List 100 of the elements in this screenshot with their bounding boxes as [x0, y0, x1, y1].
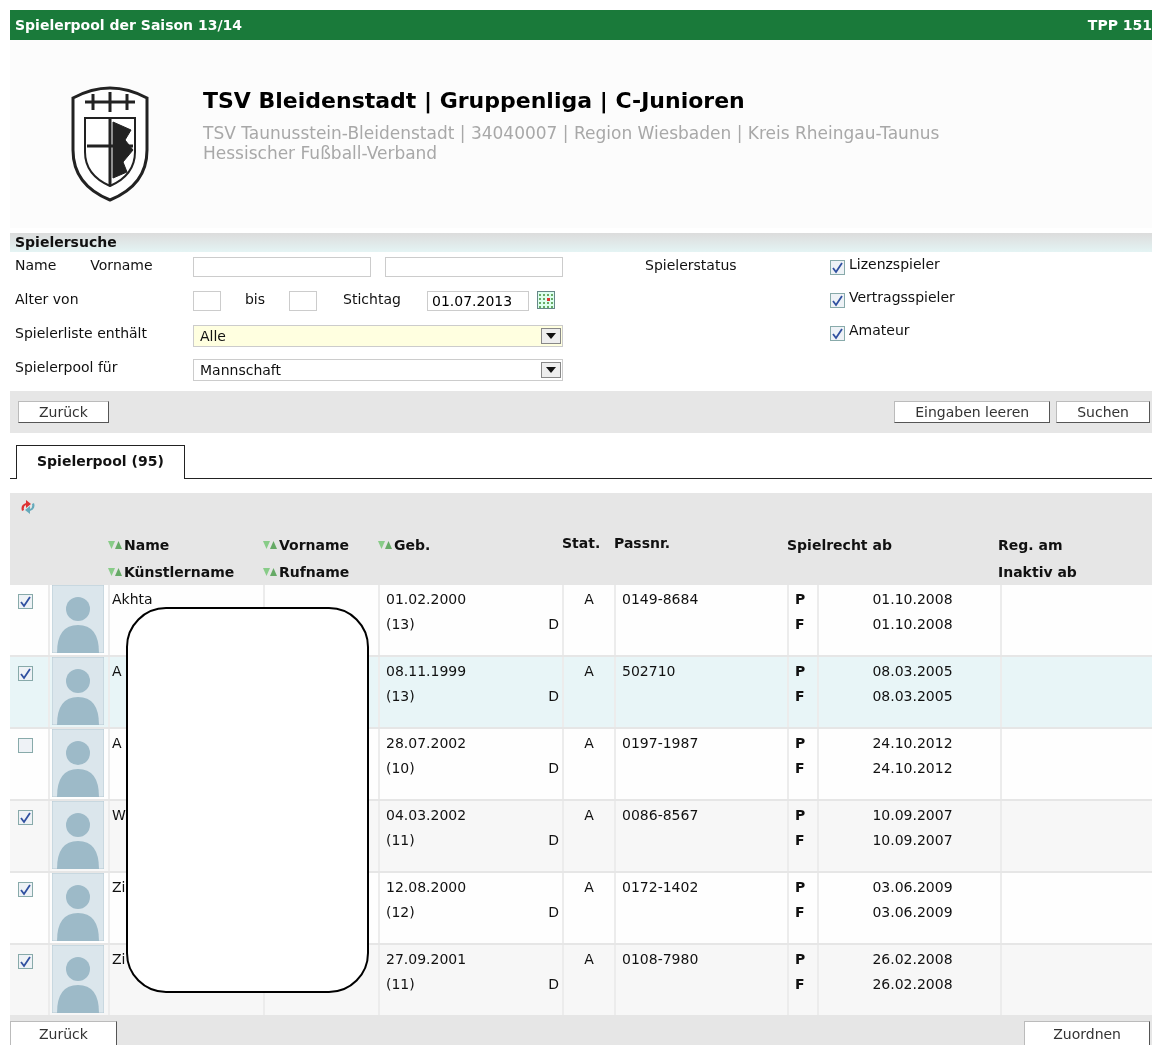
checkbox[interactable]	[18, 666, 33, 681]
checkbox-label: Vertragsspieler	[849, 289, 955, 305]
age: (10)	[386, 760, 415, 778]
sort-icon	[378, 539, 392, 550]
clear-button[interactable]: Eingaben leeren	[894, 401, 1051, 423]
right-type: P	[795, 807, 807, 825]
player-name: A	[112, 663, 122, 679]
nationality: D	[548, 616, 559, 634]
club-heading: TSV Bleidenstadt | Gruppenliga | C-Junioren	[203, 88, 746, 113]
right-date: 01.10.2008	[871, 616, 954, 634]
right-date: 10.09.2007	[871, 832, 954, 850]
field-label: Spielerstatus	[645, 257, 737, 273]
column-header[interactable]: Künstlername	[108, 563, 235, 580]
pass-number: 502710	[622, 663, 677, 681]
pool-dropdown[interactable]: Mannschaft	[193, 359, 563, 381]
field-label: Stichtag	[342, 291, 402, 307]
check-icon	[18, 594, 33, 609]
sort-icon	[108, 566, 122, 577]
tab[interactable]: Spielerpool (95)	[16, 445, 185, 479]
field-label: Spielerliste enthält	[15, 325, 148, 341]
sort-icon	[263, 539, 277, 550]
right-date: 01.10.2008	[871, 591, 954, 609]
column-header[interactable]: Vorname	[263, 536, 350, 553]
age-from-field[interactable]	[193, 291, 221, 311]
right-type: P	[795, 879, 807, 897]
right-type: F	[795, 616, 806, 634]
player-name: A	[112, 735, 122, 751]
right-type: P	[795, 735, 807, 753]
player-status: A	[583, 951, 595, 969]
first-name-field[interactable]	[385, 257, 563, 277]
nationality: D	[548, 760, 559, 778]
player-name: W	[112, 807, 126, 823]
search-button[interactable]: Suchen	[1056, 401, 1150, 423]
checkbox[interactable]	[18, 810, 33, 825]
right-type: P	[795, 951, 807, 969]
assign-button[interactable]: Zuordnen	[1024, 1021, 1150, 1045]
sort-icon	[263, 566, 277, 577]
birth-date: 08.11.1999	[386, 663, 468, 681]
column-header[interactable]: Name	[108, 536, 170, 553]
check-icon	[18, 882, 33, 897]
back-button[interactable]: Zurück	[10, 1021, 117, 1045]
list-dropdown[interactable]: Alle	[193, 325, 563, 347]
sort-icon	[108, 539, 122, 550]
right-date: 24.10.2012	[871, 735, 954, 753]
check-icon	[18, 954, 33, 969]
player-name: Akhta	[112, 591, 153, 607]
column-header[interactable]: Reg. am	[998, 536, 1063, 553]
right-type: F	[795, 976, 806, 994]
check-icon	[830, 326, 845, 341]
calendar-icon	[537, 291, 555, 309]
checkbox[interactable]	[18, 954, 33, 969]
right-date: 08.03.2005	[871, 663, 954, 681]
column-header[interactable]: Rufname	[263, 563, 350, 580]
right-date: 26.02.2008	[871, 951, 954, 969]
checkbox[interactable]	[18, 738, 33, 753]
column-header[interactable]: Passnr.	[614, 534, 671, 551]
section-title: Spielersuche	[10, 233, 1152, 252]
checkbox[interactable]	[830, 293, 845, 308]
birth-date: 12.08.2000	[386, 879, 468, 897]
checkbox[interactable]	[18, 882, 33, 897]
column-header[interactable]: Stat.	[562, 534, 601, 551]
nationality: D	[548, 904, 559, 922]
right-date: 26.02.2008	[871, 976, 954, 994]
age-to-field[interactable]	[289, 291, 317, 311]
birth-date: 04.03.2002	[386, 807, 468, 825]
right-type: F	[795, 688, 806, 706]
check-icon	[830, 293, 845, 308]
player-name: Zi	[112, 879, 126, 895]
right-type: F	[795, 760, 806, 778]
column-header[interactable]: Spielrecht ab	[787, 536, 892, 553]
field-label: Vorname	[90, 257, 153, 273]
column-header[interactable]: Inaktiv ab	[998, 563, 1077, 580]
field-label: bis	[243, 291, 267, 307]
age: (13)	[386, 688, 415, 706]
pass-number: 0197-1987	[622, 735, 700, 753]
nationality: D	[548, 976, 559, 994]
field-label: Alter von	[15, 291, 80, 307]
field-label: Spielerpool für	[15, 359, 119, 375]
age: (12)	[386, 904, 415, 922]
pass-number: 0108-7980	[622, 951, 700, 969]
nationality: D	[548, 832, 559, 850]
column-header[interactable]: Geb.	[378, 536, 431, 553]
check-icon	[830, 260, 845, 275]
window-title: Spielerpool der Saison 13/14	[15, 17, 243, 33]
date-field[interactable]: 01.07.2013	[427, 291, 529, 311]
check-icon	[18, 666, 33, 681]
player-status: A	[583, 663, 595, 681]
right-type: P	[795, 591, 807, 609]
checkbox[interactable]	[18, 594, 33, 609]
name-field[interactable]	[193, 257, 371, 277]
field-label: Name	[15, 257, 57, 273]
checkbox-label: Lizenzspieler	[849, 256, 940, 272]
right-type: F	[795, 904, 806, 922]
pass-number: 0149-8684	[622, 591, 700, 609]
checkbox[interactable]	[830, 326, 845, 341]
back-button[interactable]: Zurück	[18, 401, 109, 423]
birth-date: 01.02.2000	[386, 591, 468, 609]
checkbox[interactable]	[830, 260, 845, 275]
right-date: 24.10.2012	[871, 760, 954, 778]
check-icon	[18, 810, 33, 825]
